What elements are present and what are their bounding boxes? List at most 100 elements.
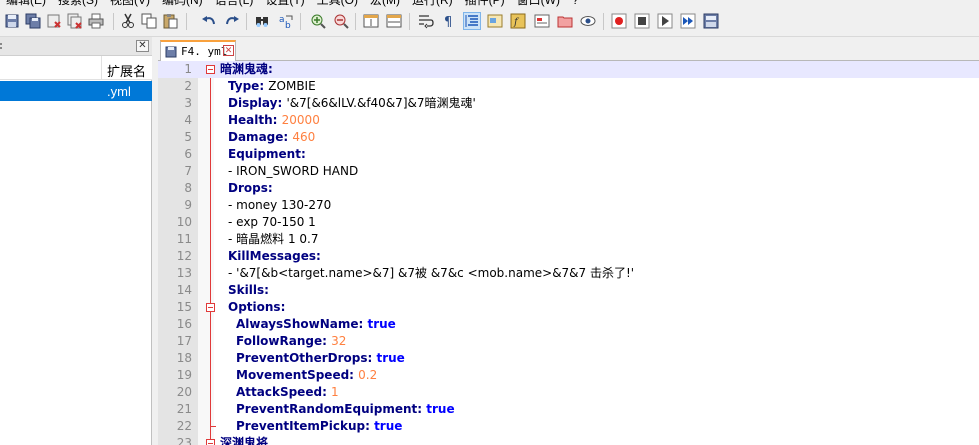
- fold-collapse-icon[interactable]: [206, 439, 215, 445]
- yaml-value: true: [376, 351, 405, 365]
- undo-icon[interactable]: [200, 12, 218, 30]
- code-line[interactable]: 6 Equipment:: [158, 146, 979, 163]
- menu-item[interactable]: 编辑(E): [0, 0, 52, 7]
- code-line[interactable]: 20 AttackSpeed: 1: [158, 384, 979, 401]
- sync-vertical-icon[interactable]: [362, 12, 380, 30]
- word-wrap-icon[interactable]: [417, 12, 435, 30]
- doc-map-icon[interactable]: [486, 12, 504, 30]
- grip-handle[interactable]: [0, 43, 3, 49]
- copy-icon[interactable]: [140, 12, 158, 30]
- file-list-row-selected[interactable]: .yml: [0, 81, 152, 101]
- find-icon[interactable]: [253, 12, 271, 30]
- folder-icon[interactable]: [556, 12, 574, 30]
- indent-guide-icon[interactable]: [463, 12, 481, 30]
- save-all-icon[interactable]: [24, 12, 42, 30]
- svg-text:a: a: [279, 15, 285, 25]
- code-line[interactable]: 17 FollowRange: 32: [158, 333, 979, 350]
- code-line[interactable]: 23 深渊鬼将: [158, 435, 979, 445]
- line-number: 13: [176, 266, 192, 280]
- show-all-chars-icon[interactable]: ¶: [440, 12, 458, 30]
- menu-item[interactable]: 设置(T): [259, 0, 310, 7]
- code-line[interactable]: 22 PreventItemPickup: true: [158, 418, 979, 435]
- menu-item[interactable]: 语言(L): [209, 0, 260, 7]
- code-line[interactable]: 8 Drops:: [158, 180, 979, 197]
- code-text: PreventRandomEquipment: true: [236, 401, 455, 418]
- fold-collapse-icon[interactable]: [206, 65, 215, 74]
- code-line[interactable]: 9 - money 130-270: [158, 197, 979, 214]
- menu-item[interactable]: 视图(V): [104, 0, 156, 7]
- save-icon[interactable]: [3, 12, 21, 30]
- yaml-separator: :: [315, 249, 321, 263]
- code-line[interactable]: 19 MovementSpeed: 0.2: [158, 367, 979, 384]
- code-line[interactable]: 4 Health: 20000: [158, 112, 979, 129]
- close-panel-icon[interactable]: ✕: [136, 40, 149, 52]
- save-macro-icon[interactable]: [702, 12, 720, 30]
- column-divider[interactable]: [101, 56, 102, 80]
- yaml-key: Type: [228, 79, 260, 93]
- replace-icon[interactable]: ab: [277, 12, 295, 30]
- code-line[interactable]: 16 AlwaysShowName: true: [158, 316, 979, 333]
- yaml-key: KillMessages: [228, 249, 316, 263]
- paste-icon[interactable]: [161, 12, 179, 30]
- yaml-key: PreventRandomEquipment: [236, 402, 418, 416]
- sync-horizontal-icon[interactable]: [385, 12, 403, 30]
- file-extension-cell: .yml: [107, 84, 131, 99]
- play-macro-icon[interactable]: [656, 12, 674, 30]
- menu-item[interactable]: 宏(M): [364, 0, 406, 7]
- code-line[interactable]: 12 KillMessages:: [158, 248, 979, 265]
- run-macro-multiple-icon[interactable]: [679, 12, 697, 30]
- folder-workspace-icon[interactable]: [533, 12, 551, 30]
- yaml-separator: :: [259, 79, 269, 93]
- stop-record-icon[interactable]: [633, 12, 651, 30]
- tab-close-icon[interactable]: ✕: [223, 45, 234, 56]
- code-text: - 暗晶燃料 1 0.7: [228, 231, 319, 248]
- yaml-value: - exp 70-150 1: [228, 215, 316, 229]
- column-header-extension[interactable]: 扩展名: [107, 61, 146, 80]
- close-icon[interactable]: [45, 12, 63, 30]
- yaml-key: Options: [228, 300, 281, 314]
- code-text: MovementSpeed: 0.2: [236, 367, 377, 384]
- yaml-value: true: [374, 419, 403, 433]
- tab-f4-yml[interactable]: F4. yml ✕: [160, 40, 236, 61]
- close-all-icon[interactable]: [66, 12, 84, 30]
- menu-item[interactable]: 窗口(W): [511, 0, 566, 7]
- code-line[interactable]: 14 Skills:: [158, 282, 979, 299]
- cut-icon[interactable]: [119, 12, 137, 30]
- fold-collapse-icon[interactable]: [206, 303, 215, 312]
- menu-item[interactable]: 插件(P): [459, 0, 511, 7]
- code-line[interactable]: 21 PreventRandomEquipment: true: [158, 401, 979, 418]
- code-editor[interactable]: 1 暗渊鬼魂: 2 Type: ZOMBIE 3 Display: '&7[&6&lLV.…: [158, 61, 979, 445]
- yaml-key: Skills: [228, 283, 265, 297]
- zoom-in-icon[interactable]: [309, 12, 327, 30]
- code-line[interactable]: 5 Damage: 460: [158, 129, 979, 146]
- print-icon[interactable]: [87, 12, 105, 30]
- menu-item[interactable]: 工具(O): [311, 0, 364, 7]
- yaml-separator: :: [349, 368, 359, 382]
- monitor-icon[interactable]: [579, 12, 597, 30]
- record-macro-icon[interactable]: [610, 12, 628, 30]
- code-line[interactable]: 11 - 暗晶燃料 1 0.7: [158, 231, 979, 248]
- code-text: Health: 20000: [228, 112, 320, 129]
- zoom-out-icon[interactable]: [332, 12, 350, 30]
- yaml-value: 0.2: [358, 368, 378, 382]
- code-line[interactable]: 13 - '&7[&b<target.name>&7] &7被 &7&c <mob…: [158, 265, 979, 282]
- code-line[interactable]: 18 PreventOtherDrops: true: [158, 350, 979, 367]
- line-number: 7: [184, 164, 192, 178]
- code-line[interactable]: 10 - exp 70-150 1: [158, 214, 979, 231]
- code-line[interactable]: 1 暗渊鬼魂:: [158, 61, 979, 78]
- line-number: 8: [184, 181, 192, 195]
- redo-icon[interactable]: [223, 12, 241, 30]
- menu-item[interactable]: ?: [566, 0, 585, 7]
- code-line[interactable]: 3 Display: '&7[&6&lLV.&f40&7]&7暗渊鬼魂': [158, 95, 979, 112]
- code-text: - exp 70-150 1: [228, 214, 316, 231]
- line-number: 6: [184, 147, 192, 161]
- code-line[interactable]: 15 Options:: [158, 299, 979, 316]
- function-list-icon[interactable]: f: [509, 12, 527, 30]
- yaml-key: PreventItemPickup: [236, 419, 366, 433]
- menu-item[interactable]: 运行(R): [406, 0, 459, 7]
- line-number: 14: [176, 283, 192, 297]
- code-line[interactable]: 2 Type: ZOMBIE: [158, 78, 979, 95]
- menu-item[interactable]: 搜索(S): [52, 0, 104, 7]
- menu-item[interactable]: 编码(N): [156, 0, 209, 7]
- code-line[interactable]: 7 - IRON_SWORD HAND: [158, 163, 979, 180]
